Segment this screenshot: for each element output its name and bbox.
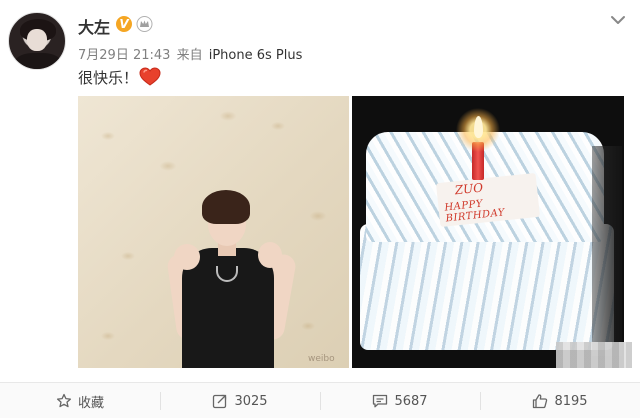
post-photo-portrait[interactable]: weibo — [78, 96, 349, 368]
verified-badge-icon: V — [116, 16, 132, 32]
comment-icon — [373, 394, 388, 408]
action-bar: 收藏 3025 5687 8195 — [0, 382, 640, 418]
username[interactable]: 大左 — [78, 14, 110, 38]
photo-hand-left — [174, 244, 200, 270]
photo-watermark: weibo — [308, 354, 335, 364]
post-source: iPhone 6s Plus — [208, 48, 303, 63]
mosaic-watermark — [556, 342, 632, 368]
avatar-face — [27, 29, 47, 51]
post-meta: 7月29日 21:43 来自 iPhone 6s Plus — [78, 44, 302, 63]
comment-count: 5687 — [394, 393, 428, 409]
like-count: 8195 — [554, 393, 588, 409]
photo-hand-right — [258, 242, 282, 268]
post-date[interactable]: 7月29日 21:43 — [78, 48, 170, 63]
post-photo-cake[interactable]: ZUO HAPPY BIRTHDAY — [352, 96, 624, 368]
like-icon — [533, 394, 548, 409]
avatar-body — [13, 53, 63, 69]
post-text: 很快乐！ — [78, 69, 139, 87]
cake-body — [360, 224, 614, 350]
crown-icon[interactable] — [136, 16, 153, 32]
photo-hair — [202, 190, 250, 224]
comment-button[interactable]: 5687 — [320, 383, 480, 418]
repost-button[interactable]: 3025 — [160, 383, 320, 418]
source-prefix: 来自 — [176, 48, 203, 63]
chevron-down-icon[interactable] — [610, 14, 626, 26]
heart-emoji-icon — [139, 67, 161, 86]
repost-icon — [213, 394, 227, 409]
avatar[interactable] — [8, 12, 66, 70]
weibo-post: 大左 V 7月29日 21:43 来自 iPhone 6s Plus 很快乐！ … — [0, 0, 640, 418]
favorite-label: 收藏 — [77, 395, 104, 411]
like-button[interactable]: 8195 — [480, 383, 640, 418]
favorite-button[interactable]: 收藏 — [0, 383, 160, 418]
star-icon — [56, 393, 72, 408]
cake-shadow — [592, 146, 622, 356]
repost-count: 3025 — [234, 393, 268, 409]
plaque-name: ZUO — [454, 180, 484, 198]
